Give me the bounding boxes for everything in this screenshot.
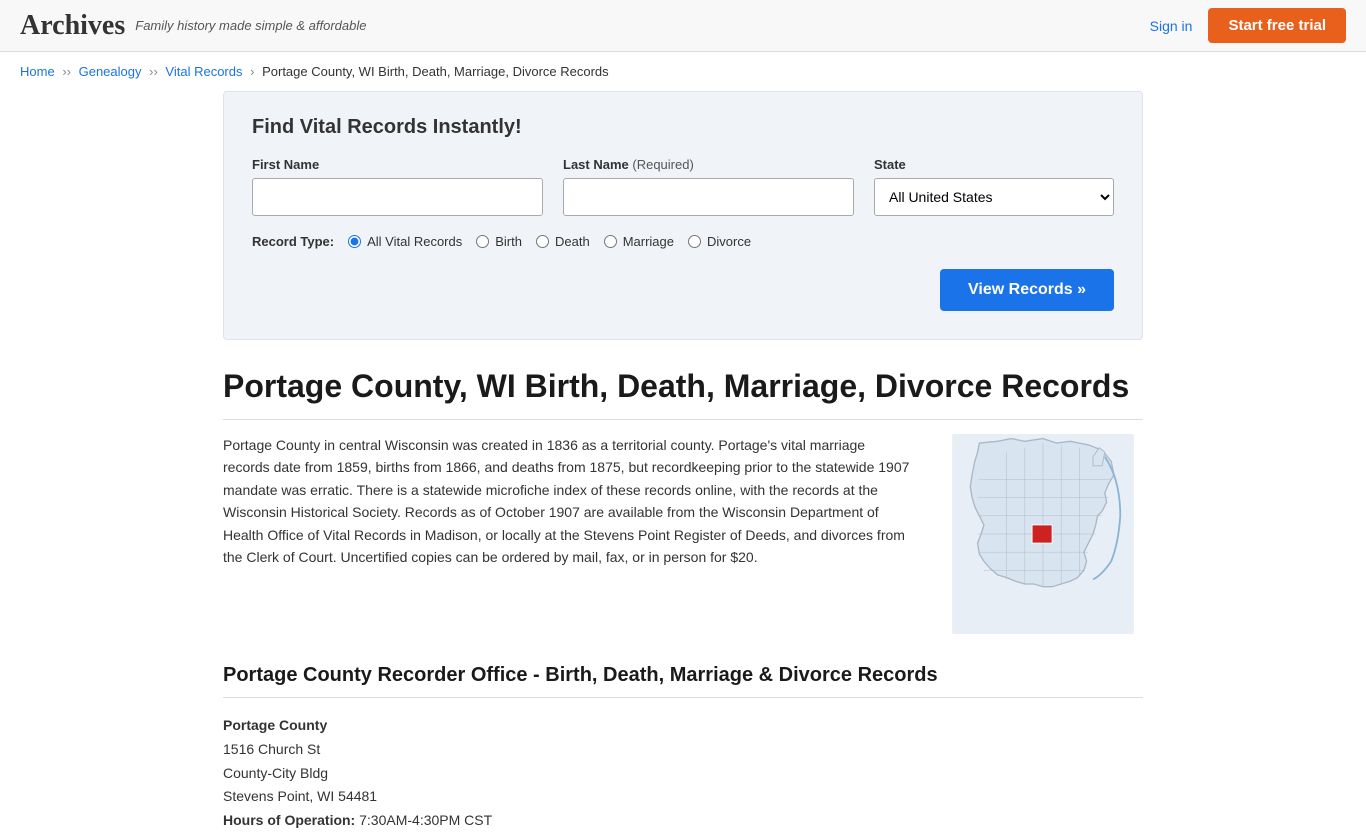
last-name-group: Last Name (Required) [563,157,854,216]
radio-divorce[interactable]: Divorce [688,234,751,249]
hours-label: Hours of Operation: [223,812,355,828]
view-records-button[interactable]: View Records » [940,269,1114,311]
office-hours: Hours of Operation: 7:30AM-4:30PM CST [223,809,1143,833]
search-title: Find Vital Records Instantly! [252,116,1114,139]
radio-marriage-input[interactable] [604,235,617,248]
main-content: Find Vital Records Instantly! First Name… [203,91,1163,833]
record-type-row: Record Type: All Vital Records Birth Dea… [252,234,1114,249]
form-row-inputs: First Name Last Name (Required) State Al… [252,157,1114,216]
page-title: Portage County, WI Birth, Death, Marriag… [223,368,1143,420]
first-name-label: First Name [252,157,543,172]
radio-death[interactable]: Death [536,234,590,249]
search-form-container: Find Vital Records Instantly! First Name… [223,91,1143,340]
radio-marriage-label: Marriage [623,234,674,249]
state-select[interactable]: All United States Wisconsin Illinois Min… [874,178,1114,216]
state-group: State All United States Wisconsin Illino… [874,157,1114,216]
content-section: Portage County in central Wisconsin was … [223,434,1143,634]
site-logo: Archives [20,10,125,42]
breadcrumb-current: Portage County, WI Birth, Death, Marriag… [262,64,609,79]
wisconsin-map [943,434,1143,634]
start-trial-button[interactable]: Start free trial [1208,8,1346,43]
radio-all-vital-input[interactable] [348,235,361,248]
radio-death-label: Death [555,234,590,249]
first-name-input[interactable] [252,178,543,216]
radio-birth-input[interactable] [476,235,489,248]
site-header: Archives Family history made simple & af… [0,0,1366,52]
breadcrumb: Home ›› Genealogy ›› Vital Records › Por… [0,52,1366,91]
office-address3: Stevens Point, WI 54481 [223,785,1143,809]
office-info: Portage County 1516 Church St County-Cit… [223,714,1143,833]
radio-divorce-label: Divorce [707,234,751,249]
breadcrumb-genealogy[interactable]: Genealogy [79,64,142,79]
state-label: State [874,157,1114,172]
site-tagline: Family history made simple & affordable [135,18,366,33]
radio-death-input[interactable] [536,235,549,248]
breadcrumb-sep2: ›› [149,64,158,79]
recorder-section-title: Portage County Recorder Office - Birth, … [223,664,1143,698]
radio-birth-label: Birth [495,234,522,249]
radio-birth[interactable]: Birth [476,234,522,249]
radio-marriage[interactable]: Marriage [604,234,674,249]
breadcrumb-sep3: › [250,64,254,79]
first-name-group: First Name [252,157,543,216]
page-description: Portage County in central Wisconsin was … [223,434,915,634]
view-records-row: View Records » [252,269,1114,311]
header-right: Sign in Start free trial [1150,8,1346,43]
last-name-label: Last Name (Required) [563,157,854,172]
breadcrumb-home[interactable]: Home [20,64,55,79]
record-type-label: Record Type: [252,234,334,249]
breadcrumb-vital-records[interactable]: Vital Records [165,64,242,79]
office-address2: County-City Bldg [223,762,1143,786]
office-address1: 1516 Church St [223,738,1143,762]
header-left: Archives Family history made simple & af… [20,10,366,42]
hours-text: 7:30AM-4:30PM CST [359,812,492,828]
sign-in-link[interactable]: Sign in [1150,18,1193,34]
radio-all-vital-label: All Vital Records [367,234,462,249]
radio-divorce-input[interactable] [688,235,701,248]
breadcrumb-sep1: ›› [62,64,71,79]
office-name: Portage County [223,714,1143,738]
radio-all-vital[interactable]: All Vital Records [348,234,462,249]
last-name-input[interactable] [563,178,854,216]
required-text: (Required) [632,157,693,172]
map-area [943,434,1143,634]
